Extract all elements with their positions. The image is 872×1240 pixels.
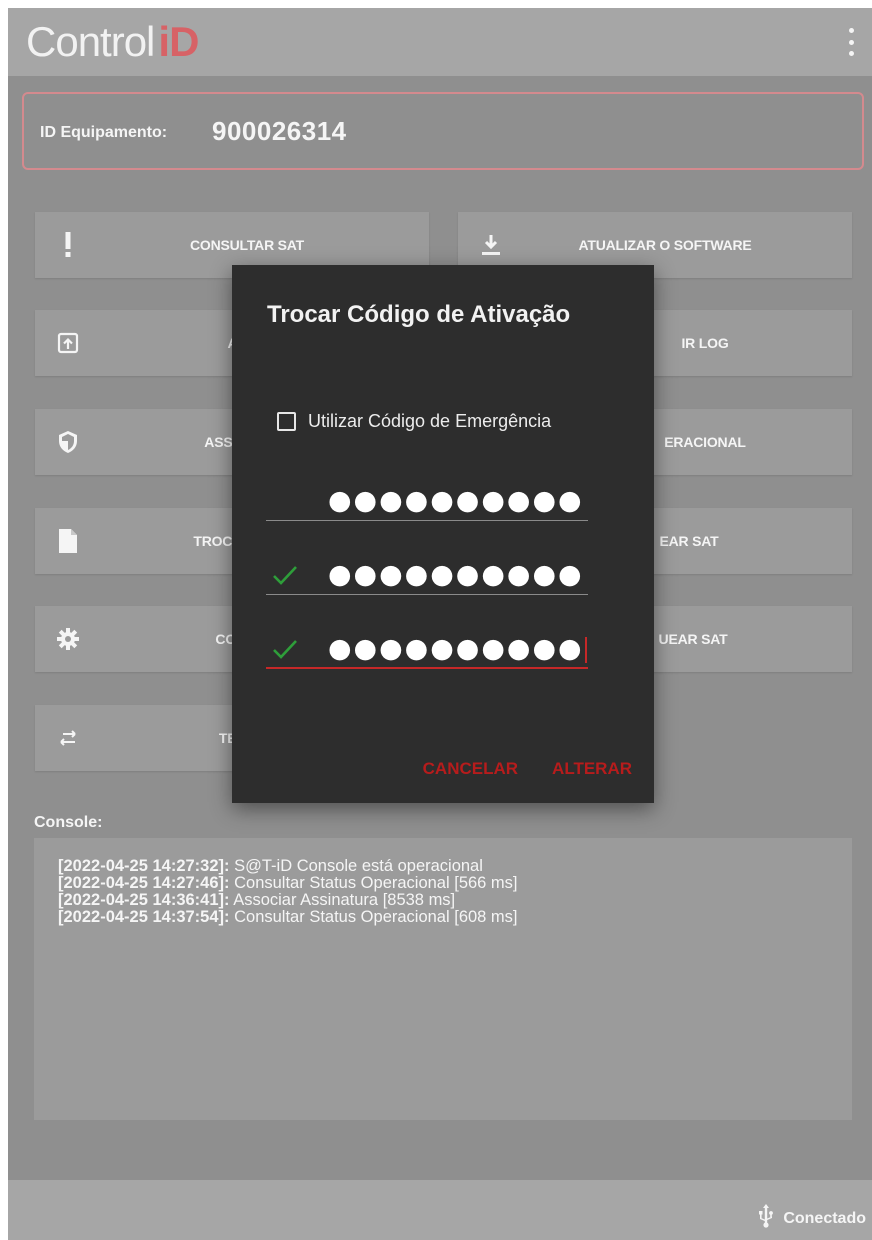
new-code-value: ●●●●●●●●●●: [328, 559, 584, 590]
check-icon: [272, 639, 300, 661]
trocar-codigo-dialog: Trocar Código de Ativação Utilizar Códig…: [232, 265, 654, 803]
console-label: Console:: [34, 814, 103, 831]
app-logo: ControliD: [26, 18, 199, 66]
check-icon: [272, 565, 300, 587]
confirm-code-value: ●●●●●●●●●●: [328, 635, 587, 663]
device-id-value: 900026314: [212, 116, 347, 146]
console-line: [2022-04-25 14:27:46]: Consultar Status …: [58, 874, 518, 892]
text-cursor: [584, 636, 587, 663]
console-output[interactable]: [2022-04-25 14:27:32]: S@T-iD Console es…: [34, 838, 852, 1120]
current-code-field[interactable]: ●●●●●●●●●●: [266, 471, 588, 521]
new-code-field[interactable]: ●●●●●●●●●●: [266, 545, 588, 595]
logo-accent: iD: [158, 18, 199, 65]
current-code-value: ●●●●●●●●●●: [328, 485, 584, 516]
alterar-button[interactable]: ALTERAR: [552, 759, 632, 779]
app-header: ControliD: [8, 8, 872, 76]
cancel-button[interactable]: CANCELAR: [423, 759, 518, 779]
connection-status: Conectado: [757, 1204, 866, 1233]
console-line: [2022-04-25 14:27:32]: S@T-iD Console es…: [58, 857, 483, 875]
device-id-box: ID Equipamento: 900026314: [22, 92, 864, 170]
logo-text: Control: [26, 18, 155, 65]
dialog-title: Trocar Código de Ativação: [267, 301, 571, 328]
usb-icon: [757, 1204, 775, 1233]
device-id-label: ID Equipamento:: [40, 124, 168, 141]
more-vert-icon[interactable]: [846, 28, 856, 56]
dialog-actions: CANCELAR ALTERAR: [423, 759, 632, 779]
console-line: [2022-04-25 14:36:41]: Associar Assinatu…: [58, 891, 456, 909]
emergency-code-label: Utilizar Código de Emergência: [308, 411, 552, 431]
app-window: ControliD ID Equipamento: 900026314 CONS…: [8, 8, 872, 1240]
emergency-code-checkbox-row[interactable]: Utilizar Código de Emergência: [277, 411, 551, 432]
console-line: [2022-04-25 14:37:54]: Consultar Status …: [58, 908, 518, 926]
status-bar: Conectado: [8, 1180, 872, 1240]
confirm-code-field[interactable]: ●●●●●●●●●●: [266, 619, 588, 669]
connection-status-text: Conectado: [783, 1209, 866, 1227]
emergency-code-checkbox[interactable]: [277, 412, 296, 431]
